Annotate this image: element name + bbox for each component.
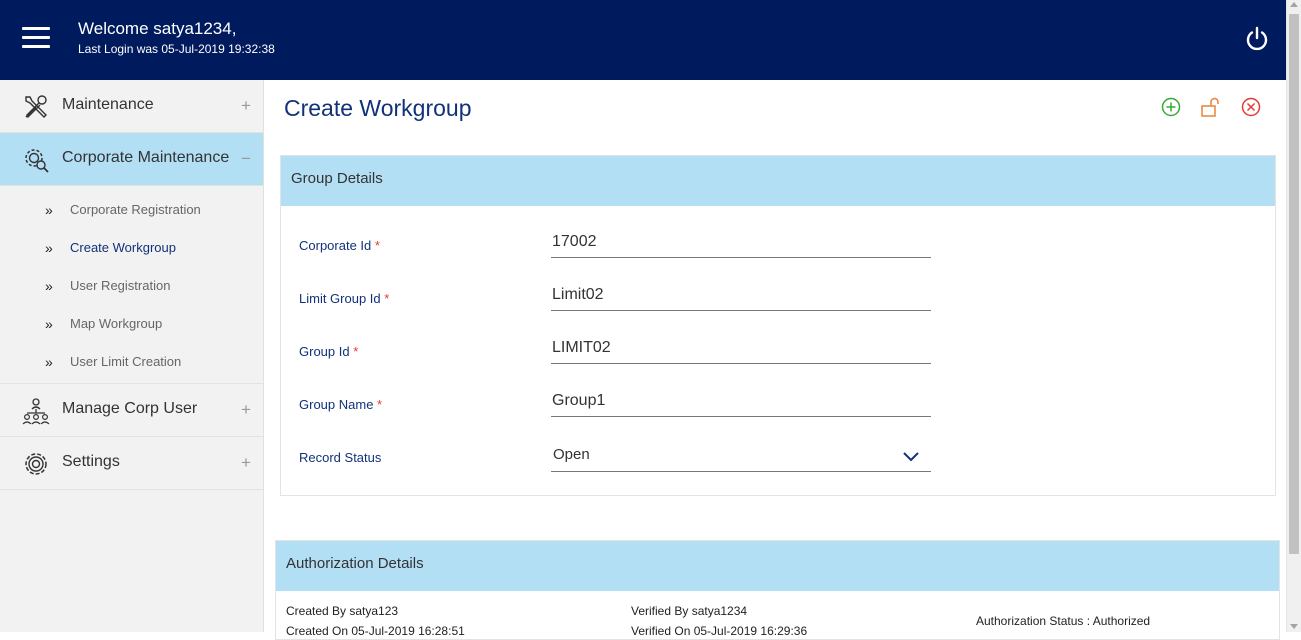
group-details-panel: Group Details Corporate Id * Limit Group… bbox=[280, 155, 1276, 496]
gear-search-icon bbox=[25, 149, 49, 173]
group-id-row: Group Id * bbox=[281, 332, 1275, 372]
corporate-maintenance-submenu: » Corporate Registration » Create Workgr… bbox=[0, 186, 263, 384]
submenu-item-user-registration[interactable]: » User Registration bbox=[0, 267, 263, 305]
authorization-details-panel: Authorization Details Created By satya12… bbox=[275, 540, 1280, 640]
required-mark: * bbox=[353, 344, 359, 359]
expand-plus-icon[interactable]: + bbox=[241, 96, 251, 116]
last-login-text: Last Login was 05-Jul-2019 19:32:38 bbox=[78, 42, 275, 56]
required-mark: * bbox=[374, 238, 380, 253]
chevron-down-icon bbox=[903, 452, 919, 462]
org-chart-icon bbox=[22, 398, 50, 425]
group-details-heading: Group Details bbox=[281, 156, 1275, 206]
submenu-item-label: Map Workgroup bbox=[70, 316, 163, 331]
limit-group-id-label: Limit Group Id * bbox=[299, 291, 390, 306]
power-icon[interactable] bbox=[1244, 26, 1270, 52]
group-name-field[interactable] bbox=[551, 385, 931, 417]
add-icon[interactable] bbox=[1160, 96, 1182, 118]
double-chevron-right-icon: » bbox=[45, 240, 53, 256]
corporate-id-row: Corporate Id * bbox=[281, 226, 1275, 266]
authorization-status-text: Authorization Status : Authorized bbox=[976, 614, 1151, 628]
sidebar: Maintenance + Corporate Maintenance − » … bbox=[0, 80, 264, 632]
expand-plus-icon[interactable]: + bbox=[241, 453, 251, 473]
verified-by-text: Verified By satya1234 bbox=[631, 604, 748, 618]
top-header: Welcome satya1234, Last Login was 05-Jul… bbox=[0, 0, 1286, 80]
hamburger-menu-icon[interactable] bbox=[22, 27, 50, 49]
required-mark: * bbox=[377, 397, 383, 412]
expand-plus-icon[interactable]: + bbox=[241, 400, 251, 420]
submenu-item-label: Create Workgroup bbox=[70, 240, 176, 255]
group-name-label: Group Name * bbox=[299, 397, 383, 412]
collapse-minus-icon[interactable]: − bbox=[241, 149, 251, 169]
sidebar-item-settings[interactable]: Settings + bbox=[0, 437, 263, 490]
corporate-id-field[interactable] bbox=[551, 226, 931, 258]
sidebar-item-manage-corp-user[interactable]: Manage Corp User + bbox=[0, 384, 263, 437]
sidebar-item-label: Manage Corp User bbox=[62, 400, 198, 417]
sidebar-item-maintenance[interactable]: Maintenance + bbox=[0, 80, 263, 133]
double-chevron-right-icon: » bbox=[45, 278, 53, 294]
sidebar-item-label: Corporate Maintenance bbox=[62, 149, 230, 166]
double-chevron-right-icon: » bbox=[45, 354, 53, 370]
page-scrollbar[interactable] bbox=[1286, 0, 1301, 632]
sidebar-item-label: Settings bbox=[62, 453, 120, 470]
submenu-item-corporate-registration[interactable]: » Corporate Registration bbox=[0, 191, 263, 229]
submenu-item-label: Corporate Registration bbox=[70, 202, 201, 217]
tools-icon bbox=[25, 95, 47, 119]
record-status-row: Record Status Open bbox=[281, 438, 1275, 478]
record-status-value: Open bbox=[553, 446, 590, 463]
submenu-item-user-limit-creation[interactable]: » User Limit Creation bbox=[0, 343, 263, 381]
corporate-id-label: Corporate Id * bbox=[299, 238, 380, 253]
sidebar-item-label: Maintenance bbox=[62, 96, 154, 113]
close-icon[interactable] bbox=[1240, 96, 1262, 118]
submenu-item-label: User Registration bbox=[70, 278, 171, 293]
sidebar-item-corporate-maintenance[interactable]: Corporate Maintenance − bbox=[0, 133, 263, 186]
group-id-field[interactable] bbox=[551, 332, 931, 364]
gear-icon bbox=[25, 453, 47, 475]
submenu-item-create-workgroup[interactable]: » Create Workgroup bbox=[0, 229, 263, 267]
scroll-down-arrow-icon[interactable] bbox=[1290, 624, 1298, 629]
double-chevron-right-icon: » bbox=[45, 316, 53, 332]
scroll-thumb[interactable] bbox=[1289, 14, 1299, 554]
double-chevron-right-icon: » bbox=[45, 202, 53, 218]
group-id-label: Group Id * bbox=[299, 344, 359, 359]
scroll-up-arrow-icon[interactable] bbox=[1290, 2, 1298, 7]
limit-group-id-row: Limit Group Id * bbox=[281, 279, 1275, 319]
record-status-select[interactable]: Open bbox=[551, 440, 931, 472]
authorization-details-heading: Authorization Details bbox=[276, 541, 1279, 591]
required-mark: * bbox=[384, 291, 390, 306]
submenu-item-label: User Limit Creation bbox=[70, 354, 182, 369]
created-by-text: Created By satya123 bbox=[286, 604, 399, 618]
submenu-item-map-workgroup[interactable]: » Map Workgroup bbox=[0, 305, 263, 343]
welcome-text: Welcome satya1234, bbox=[78, 19, 237, 38]
record-status-label: Record Status bbox=[299, 450, 382, 465]
group-name-row: Group Name * bbox=[281, 385, 1275, 425]
page-title: Create Workgroup bbox=[284, 95, 472, 121]
verified-on-text: Verified On 05-Jul-2019 16:29:36 bbox=[631, 624, 808, 638]
unlock-icon[interactable] bbox=[1199, 96, 1221, 118]
created-on-text: Created On 05-Jul-2019 16:28:51 bbox=[286, 624, 465, 638]
limit-group-id-field[interactable] bbox=[551, 279, 931, 311]
